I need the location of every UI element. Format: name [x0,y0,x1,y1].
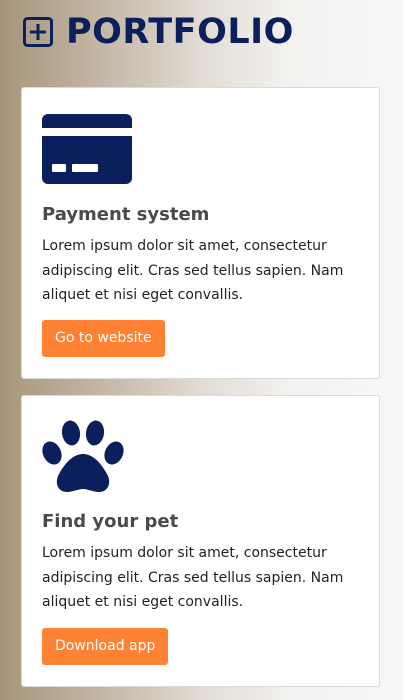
card-title: Payment system [42,204,210,225]
page-title: PORTFOLIO [66,11,294,52]
portfolio-card-payment: Payment system Lorem ipsum dolor sit ame… [21,87,380,379]
card-description: Lorem ipsum dolor sit amet, consectetur … [42,238,344,303]
card-title: Find your pet [42,511,179,532]
page-header: PORTFOLIO [22,10,294,54]
plus-square-icon [23,17,53,47]
card-description: Lorem ipsum dolor sit amet, consectetur … [42,545,344,610]
credit-card-icon [42,114,132,184]
download-app-button[interactable]: Download app [42,628,169,665]
paw-icon [42,420,124,492]
go-to-website-button[interactable]: Go to website [42,320,165,357]
portfolio-card-pet: Find your pet Lorem ipsum dolor sit amet… [21,395,380,687]
